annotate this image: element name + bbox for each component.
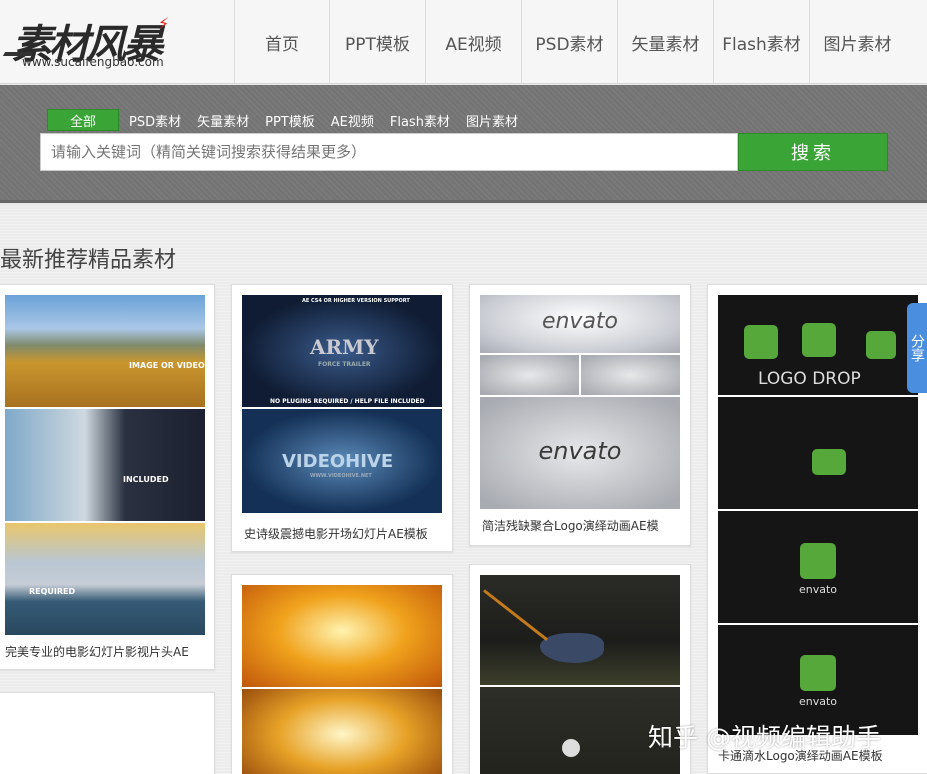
thumb-army: AE CS4 OR HIGHER VERSION SUPPORT ARMY FO… [242, 295, 442, 407]
lightning-icon: ⚡ [158, 14, 170, 33]
overlay-text: AE CS4 OR HIGHER VERSION SUPPORT [302, 298, 410, 304]
logo-url: www.sucaifengbao.com [22, 55, 164, 69]
thumb-videohive: VIDEOHIVE WWW.VIDEOHIVE.NET [242, 409, 442, 513]
golf-shaft [483, 589, 548, 641]
card-logo-drop[interactable]: LOGO DROP envato envato 卡通滴水Logo演绎动画AE模板 [707, 284, 927, 774]
share-button[interactable]: 分享 [907, 303, 927, 393]
thumb-envato-3 [581, 355, 680, 395]
main-nav: 首页 PPT模板 AE视频 PSD素材 矢量素材 Flash素材 图片素材 [234, 0, 905, 84]
section-title: 最新推荐精品素材 [0, 248, 177, 273]
nav-item-ae[interactable]: AE视频 [425, 0, 521, 84]
golf-club-head [540, 633, 604, 663]
overlay-text: WWW.VIDEOHIVE.NET [310, 473, 372, 479]
green-logo-box [812, 449, 846, 475]
thumb-woman-phone: INCLUDED [5, 409, 205, 521]
green-logo-box [800, 655, 836, 691]
card-logo-assemble[interactable]: envato envato 简洁残缺聚合Logo演绎动画AE模 [469, 284, 691, 546]
tab-psd[interactable]: PSD素材 [121, 109, 189, 131]
search-band: 全部 PSD素材 矢量素材 PPT模板 AE视频 Flash素材 图片素材 搜索 [0, 85, 927, 203]
thumb-mountain: IMAGE OR VIDEO [5, 295, 205, 407]
envato-logo: envato [541, 309, 619, 334]
thumb-logo-drop-1: LOGO DROP [718, 295, 918, 395]
content-area: 最新推荐精品素材 IMAGE OR VIDEO INCLUDED REQUIRE… [0, 206, 927, 774]
tab-ae[interactable]: AE视频 [323, 109, 382, 131]
overlay-text: IMAGE OR VIDEO [129, 361, 205, 370]
nav-item-vector[interactable]: 矢量素材 [617, 0, 713, 84]
card-film-slideshow[interactable]: IMAGE OR VIDEO INCLUDED REQUIRED 完美专业的电影… [0, 284, 215, 670]
tab-all[interactable]: 全部 [47, 109, 119, 131]
overlay-text: ARMY [310, 335, 379, 359]
thumb-taj-mahal [242, 585, 442, 687]
tab-ppt[interactable]: PPT模板 [257, 109, 323, 131]
nav-item-psd[interactable]: PSD素材 [521, 0, 617, 84]
overlay-text: FORCE TRAILER [318, 361, 371, 368]
thumb-taj-mahal-2 [242, 689, 442, 774]
envato-logo: envato [798, 695, 838, 708]
envato-logo: envato [538, 437, 622, 465]
thumb-envato-4: envato [480, 397, 680, 509]
overlay-text: LOGO DROP [758, 369, 861, 389]
tab-images[interactable]: 图片素材 [458, 109, 526, 131]
watermark: 知乎 @视频编辑助手 [648, 723, 881, 752]
overlay-text: VIDEOHIVE [282, 451, 394, 472]
card-taj-mahal[interactable] [231, 574, 453, 774]
card-epic-trailer[interactable]: AE CS4 OR HIGHER VERSION SUPPORT ARMY FO… [231, 284, 453, 552]
nav-item-flash[interactable]: Flash素材 [713, 0, 809, 84]
overlay-text: INCLUDED [123, 475, 169, 484]
golf-ball [562, 739, 580, 757]
card-caption[interactable]: 简洁残缺聚合Logo演绎动画AE模 [482, 517, 687, 534]
nav-item-home[interactable]: 首页 [234, 0, 329, 84]
overlay-text: REQUIRED [29, 587, 76, 596]
card-caption[interactable]: 史诗级震撼电影开场幻灯片AE模板 [244, 525, 449, 542]
tab-vector[interactable]: 矢量素材 [189, 109, 257, 131]
site-logo[interactable]: 素材风暴 ⚡ www.sucaifengbao.com [0, 8, 234, 78]
search-button[interactable]: 搜索 [738, 133, 888, 171]
search-input[interactable] [41, 134, 737, 170]
card-blank[interactable] [0, 692, 215, 774]
site-header: 素材风暴 ⚡ www.sucaifengbao.com 首页 PPT模板 AE视… [0, 0, 927, 84]
envato-logo: envato [798, 583, 838, 596]
green-logo-box [800, 543, 836, 579]
overlay-text: NO PLUGINS REQUIRED / HELP FILE INCLUDED [270, 398, 425, 405]
thumb-lake: REQUIRED [5, 523, 205, 635]
nav-item-images[interactable]: 图片素材 [809, 0, 905, 84]
green-logo-box [744, 325, 778, 359]
thumb-envato-1: envato [480, 295, 680, 353]
card-caption[interactable]: 完美专业的电影幻灯片影视片头AE [5, 643, 210, 660]
thumb-golf-club [480, 575, 680, 685]
thumb-logo-drop-3: envato [718, 511, 918, 623]
tab-flash[interactable]: Flash素材 [382, 109, 458, 131]
search-box [40, 133, 738, 171]
thumb-logo-drop-2 [718, 397, 918, 509]
green-logo-box [802, 323, 836, 357]
thumb-envato-2 [480, 355, 579, 395]
search-tabs: 全部 PSD素材 矢量素材 PPT模板 AE视频 Flash素材 图片素材 [47, 109, 526, 131]
green-logo-box [866, 331, 896, 359]
nav-item-ppt[interactable]: PPT模板 [329, 0, 425, 84]
